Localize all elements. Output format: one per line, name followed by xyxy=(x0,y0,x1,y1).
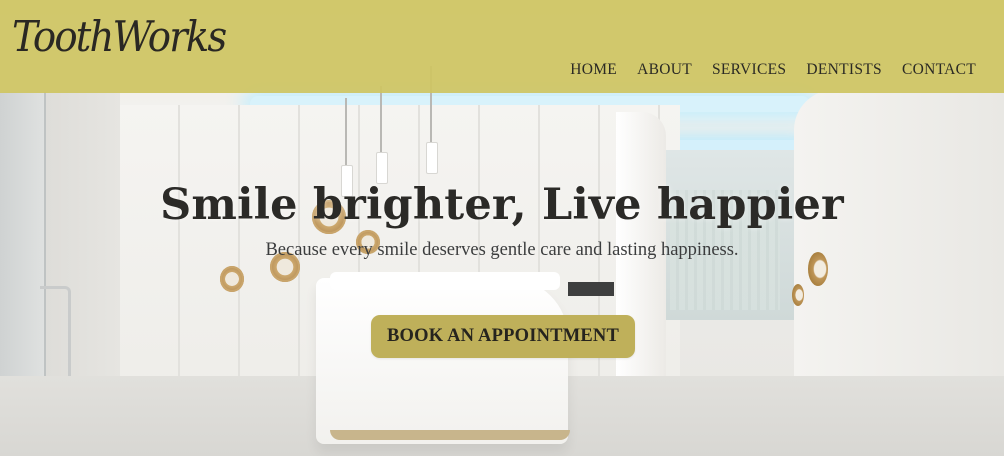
site-logo[interactable]: ToothWorks xyxy=(12,16,227,58)
nav-about-link[interactable]: ABOUT xyxy=(637,61,692,79)
site-header: ToothWorks HOME ABOUT SERVICES DENTISTS … xyxy=(0,0,1004,93)
main-nav: HOME ABOUT SERVICES DENTISTS CONTACT xyxy=(570,61,976,79)
book-appointment-button[interactable]: BOOK AN APPOINTMENT xyxy=(371,315,635,358)
nav-dentists-link[interactable]: DENTISTS xyxy=(806,61,882,79)
nav-home-link[interactable]: HOME xyxy=(570,61,617,79)
hero-title: Smile brighter, Live happier xyxy=(160,180,844,230)
nav-contact-link[interactable]: CONTACT xyxy=(902,61,976,79)
nav-services-link[interactable]: SERVICES xyxy=(712,61,786,79)
hero-subtitle: Because every smile deserves gentle care… xyxy=(265,240,739,260)
